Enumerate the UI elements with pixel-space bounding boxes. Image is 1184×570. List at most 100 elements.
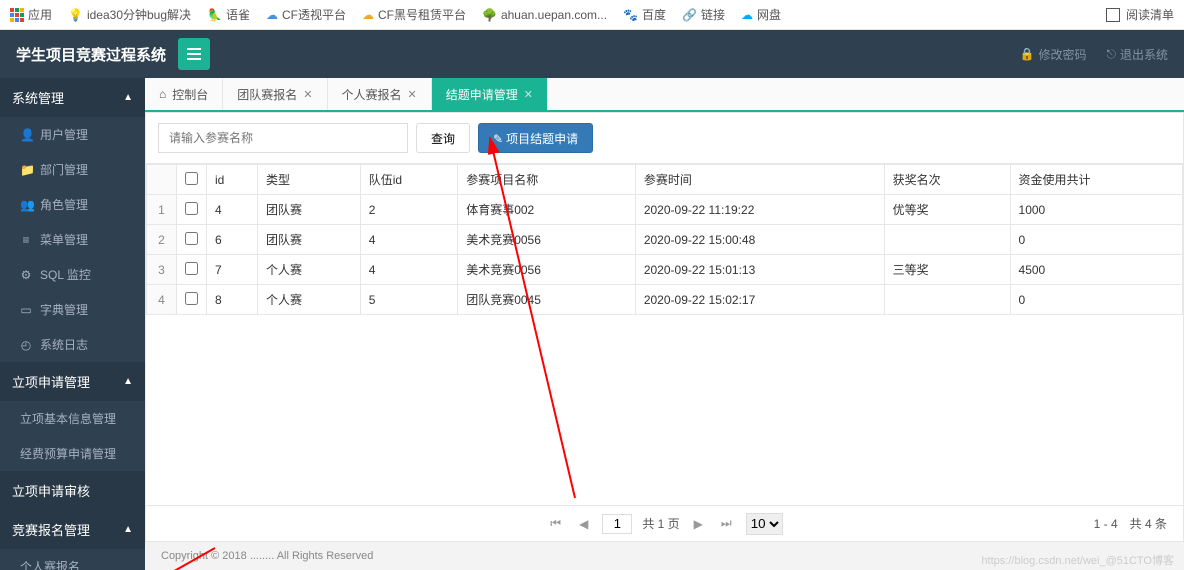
pager-first-icon[interactable]: ⏮: [546, 516, 565, 531]
pager-size-select[interactable]: 10: [746, 513, 783, 535]
change-password-link[interactable]: 🔒 修改密码: [1020, 46, 1087, 63]
pager-page-input[interactable]: [602, 514, 632, 534]
select-all-checkbox[interactable]: [185, 172, 198, 185]
query-button[interactable]: 查询: [416, 123, 470, 153]
tab[interactable]: ⌂ 控制台: [145, 78, 223, 110]
column-header[interactable]: 参赛项目名称: [458, 165, 636, 195]
bookmark-item[interactable]: 🔗链接: [682, 6, 725, 23]
sidebar-item-label: 个人赛报名: [20, 558, 80, 570]
sidebar-item[interactable]: 个人赛报名: [0, 549, 145, 570]
cell-project: 美术竞赛0056: [458, 225, 636, 255]
tab-label: 团队赛报名: [237, 86, 297, 103]
logout-link[interactable]: ⎋ 退出系统: [1106, 46, 1168, 63]
cell-rank: [884, 285, 1010, 315]
browser-bookmark-bar: 应用 💡idea30分钟bug解决 🦜语雀 ☁CF透视平台 ☁CF黑号租赁平台 🌳ahua…: [0, 0, 1184, 30]
bookmark-item[interactable]: ☁网盘: [741, 6, 781, 23]
app-header: 学生项目竞赛过程系统 🔒 修改密码 ⎋ 退出系统: [0, 30, 1184, 78]
sidebar-toggle-button[interactable]: [178, 38, 210, 70]
cell-team: 5: [360, 285, 458, 315]
table-row[interactable]: 48个人赛5团队竞赛00452020-09-22 15:02:170: [147, 285, 1183, 315]
home-icon: ⌂: [159, 87, 166, 101]
bookmark-label: idea30分钟bug解决: [87, 6, 191, 23]
column-header[interactable]: 队伍id: [360, 165, 458, 195]
row-checkbox[interactable]: [185, 232, 198, 245]
pager-next-icon[interactable]: ▶: [690, 517, 707, 531]
pager-last-icon[interactable]: ⏭: [717, 516, 736, 531]
cell-rank: 三等奖: [884, 255, 1010, 285]
sidebar-item[interactable]: 👤用户管理: [0, 117, 145, 152]
cell-team: 4: [360, 225, 458, 255]
sidebar-item[interactable]: 📁部门管理: [0, 152, 145, 187]
cell-type: 团队赛: [258, 195, 361, 225]
bookmark-label: 语雀: [226, 6, 250, 23]
bookmark-label: CF透视平台: [282, 6, 346, 23]
close-icon[interactable]: ✕: [408, 88, 417, 101]
sidebar-item-label: 立项基本信息管理: [20, 410, 116, 427]
sidebar-group-header[interactable]: 竞赛报名管理▲: [0, 510, 145, 549]
tab-bar: ⌂控制台团队赛报名✕个人赛报名✕结题申请管理✕: [145, 78, 1184, 112]
tab[interactable]: 个人赛报名 ✕: [328, 78, 432, 110]
tab[interactable]: 团队赛报名 ✕: [223, 78, 327, 110]
search-input[interactable]: [158, 123, 408, 153]
bookmark-item[interactable]: 🦜语雀: [207, 6, 250, 23]
cell-project: 团队竞赛0045: [458, 285, 636, 315]
row-checkbox[interactable]: [185, 202, 198, 215]
bookmark-item[interactable]: 🌳ahuan.uepan.com...: [482, 8, 607, 22]
sidebar-item[interactable]: ▭字典管理: [0, 292, 145, 327]
cell-id: 6: [207, 225, 258, 255]
sidebar-item[interactable]: 立项申请审核: [0, 471, 145, 510]
tab-label: 控制台: [172, 86, 208, 103]
bookmark-item[interactable]: 💡idea30分钟bug解决: [68, 6, 191, 23]
tab-label: 个人赛报名: [342, 86, 402, 103]
cell-time: 2020-09-22 15:01:13: [635, 255, 884, 285]
table-row[interactable]: 37个人赛4美术竞赛00562020-09-22 15:01:13三等奖4500: [147, 255, 1183, 285]
sidebar-item-label: 用户管理: [40, 126, 88, 143]
tab[interactable]: 结题申请管理✕: [432, 78, 548, 110]
sidebar-item[interactable]: ⚙SQL 监控: [0, 257, 145, 292]
cell-rank: 优等奖: [884, 195, 1010, 225]
logout-label: 退出系统: [1120, 46, 1168, 63]
bookmark-item[interactable]: 应用: [10, 6, 52, 23]
sidebar-item[interactable]: 立项基本信息管理: [0, 401, 145, 436]
bookmark-label: 应用: [28, 6, 52, 23]
sidebar-item[interactable]: 👥角色管理: [0, 187, 145, 222]
cell-fund: 4500: [1010, 255, 1182, 285]
column-header[interactable]: 参赛时间: [635, 165, 884, 195]
sidebar-item[interactable]: ◴系统日志: [0, 327, 145, 362]
column-header[interactable]: 资金使用共计: [1010, 165, 1182, 195]
col-rownum: [147, 165, 177, 195]
sidebar-group-header[interactable]: 立项申请管理▲: [0, 362, 145, 401]
row-checkbox[interactable]: [185, 292, 198, 305]
sidebar-item[interactable]: 经费预算申请管理: [0, 436, 145, 471]
bookmark-item[interactable]: 🐾百度: [623, 6, 666, 23]
close-icon[interactable]: ✕: [303, 88, 312, 101]
sidebar-item-label: 立项申请审核: [12, 481, 90, 500]
cell-id: 4: [207, 195, 258, 225]
row-number: 1: [147, 195, 177, 225]
column-header[interactable]: id: [207, 165, 258, 195]
bookmark-label: 网盘: [757, 6, 781, 23]
reading-list-button[interactable]: 阅读清单: [1106, 6, 1174, 23]
cell-id: 7: [207, 255, 258, 285]
table-row[interactable]: 14团队赛2体育赛事0022020-09-22 11:19:22优等奖1000: [147, 195, 1183, 225]
sidebar-item[interactable]: ≡菜单管理: [0, 222, 145, 257]
column-header[interactable]: 获奖名次: [884, 165, 1010, 195]
cell-fund: 0: [1010, 225, 1182, 255]
close-icon[interactable]: ✕: [524, 88, 533, 101]
column-header[interactable]: 类型: [258, 165, 361, 195]
row-number: 2: [147, 225, 177, 255]
change-password-label: 修改密码: [1038, 46, 1086, 63]
table-row[interactable]: 26团队赛4美术竞赛00562020-09-22 15:00:480: [147, 225, 1183, 255]
cell-project: 美术竞赛0056: [458, 255, 636, 285]
apply-button[interactable]: 项目结题申请: [478, 123, 593, 153]
bookmark-item[interactable]: ☁CF黑号租赁平台: [362, 6, 466, 23]
row-checkbox[interactable]: [185, 262, 198, 275]
bookmark-item[interactable]: ☁CF透视平台: [266, 6, 346, 23]
sidebar-group-label: 系统管理: [12, 88, 64, 107]
sidebar-group-header[interactable]: 系统管理▲: [0, 78, 145, 117]
menu-icon: ⚙: [20, 268, 32, 282]
pager-prev-icon[interactable]: ◀: [575, 517, 592, 531]
menu-icon: 📁: [20, 163, 32, 177]
sidebar: 系统管理▲👤用户管理📁部门管理👥角色管理≡菜单管理⚙SQL 监控▭字典管理◴系统…: [0, 78, 145, 570]
pager-info: 1 - 4 共 4 条: [1094, 515, 1167, 532]
